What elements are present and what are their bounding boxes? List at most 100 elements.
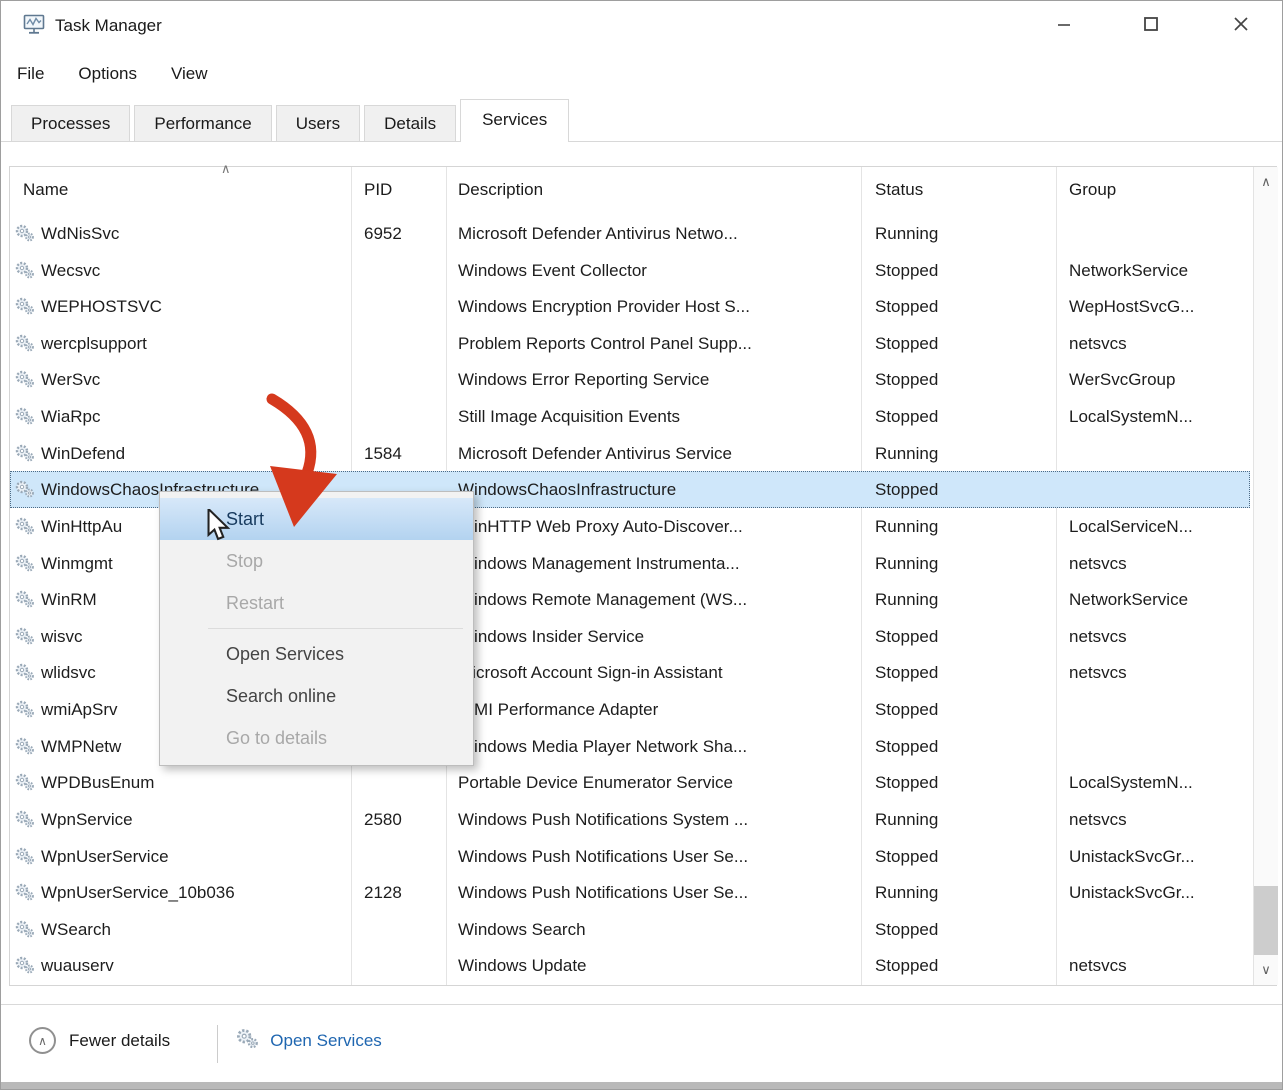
window-title: Task Manager: [55, 1, 162, 51]
service-status: Stopped: [875, 618, 938, 655]
service-row-wuauserv[interactable]: wuauservWindows UpdateStoppednetsvcs: [1, 947, 1283, 984]
service-description: WinHTTP Web Proxy Auto-Discover...: [458, 508, 743, 545]
service-gear-icon: [14, 662, 36, 687]
service-group: LocalSystemN...: [1069, 764, 1193, 801]
sort-ascending-icon: ∧: [221, 161, 231, 177]
service-gear-icon: [14, 443, 36, 468]
service-gear-icon: [14, 479, 36, 504]
service-name: WEPHOSTSVC: [41, 288, 162, 325]
service-status: Stopped: [875, 398, 938, 435]
open-services-link[interactable]: Open Services: [235, 1027, 382, 1055]
service-group: LocalSystemN...: [1069, 398, 1193, 435]
menubar-item-view[interactable]: View: [171, 64, 208, 84]
open-services-label: Open Services: [270, 1031, 382, 1051]
vertical-scrollbar[interactable]: ∧ ∨: [1253, 167, 1278, 985]
scroll-up-icon[interactable]: ∧: [1254, 167, 1278, 197]
service-description: Windows Push Notifications User Se...: [458, 838, 748, 875]
service-description: Microsoft Account Sign-in Assistant: [458, 654, 723, 691]
window-bottom-edge: [1, 1082, 1282, 1089]
footer-bar: ∧ Fewer details Open Services: [1, 1005, 1282, 1084]
service-row-WdNisSvc[interactable]: WdNisSvc6952Microsoft Defender Antivirus…: [1, 215, 1283, 252]
service-description: Portable Device Enumerator Service: [458, 764, 733, 801]
service-gear-icon: [14, 919, 36, 944]
service-status: Running: [875, 508, 938, 545]
maximize-button[interactable]: [1128, 7, 1174, 41]
column-header-name[interactable]: Name: [23, 169, 68, 211]
service-row-WpnService[interactable]: WpnService2580Windows Push Notifications…: [1, 801, 1283, 838]
service-status: Stopped: [875, 325, 938, 362]
service-group: NetworkService: [1069, 581, 1188, 618]
service-row-WerSvc[interactable]: WerSvcWindows Error Reporting ServiceSto…: [1, 361, 1283, 398]
service-name: Wecsvc: [41, 252, 100, 289]
service-description: Windows Management Instrumenta...: [458, 545, 740, 582]
menubar-item-file[interactable]: File: [17, 64, 44, 84]
service-gear-icon: [14, 626, 36, 651]
tab-performance[interactable]: Performance: [134, 105, 271, 142]
service-description: WMI Performance Adapter: [458, 691, 658, 728]
service-gear-icon: [14, 589, 36, 614]
service-row-WiaRpc[interactable]: WiaRpcStill Image Acquisition EventsStop…: [1, 398, 1283, 435]
service-description: Windows Insider Service: [458, 618, 644, 655]
service-status: Running: [875, 801, 938, 838]
service-status: Stopped: [875, 838, 938, 875]
footer-divider: [217, 1025, 218, 1063]
context-menu: StartStopRestart Open ServicesSearch onli…: [159, 491, 474, 766]
service-name: WinHttpAu: [41, 508, 122, 545]
fewer-details-button[interactable]: ∧ Fewer details: [29, 1027, 170, 1054]
service-name: WdNisSvc: [41, 215, 119, 252]
column-header-description[interactable]: Description: [458, 169, 543, 211]
service-name: WpnUserService_10b036: [41, 874, 235, 911]
service-description: Windows Search: [458, 911, 586, 948]
service-row-wercplsupport[interactable]: wercplsupportProblem Reports Control Pan…: [1, 325, 1283, 362]
tab-details[interactable]: Details: [364, 105, 456, 142]
scroll-down-icon[interactable]: ∨: [1254, 955, 1278, 985]
service-status: Stopped: [875, 654, 938, 691]
service-description: Windows Update: [458, 947, 587, 984]
service-row-WPDBusEnum[interactable]: WPDBusEnum Portable Device Enumerator Ser…: [1, 764, 1283, 801]
service-gear-icon: [14, 882, 36, 907]
service-row-WpnUserService[interactable]: WpnUserServiceWindows Push Notifications…: [1, 838, 1283, 875]
service-row-Wecsvc[interactable]: WecsvcWindows Event CollectorStoppedNetw…: [1, 252, 1283, 289]
scrollbar-thumb[interactable]: [1254, 886, 1278, 955]
services-gear-icon: [235, 1027, 260, 1055]
service-gear-icon: [14, 296, 36, 321]
service-description: Windows Push Notifications System ...: [458, 801, 748, 838]
service-status: Stopped: [875, 471, 938, 508]
service-row-WEPHOSTSVC[interactable]: WEPHOSTSVCWindows Encryption Provider Ho…: [1, 288, 1283, 325]
service-name: WerSvc: [41, 361, 100, 398]
menu-item-search-online[interactable]: Search online: [160, 675, 473, 717]
service-group: netsvcs: [1069, 618, 1127, 655]
service-status: Running: [875, 545, 938, 582]
column-header-group[interactable]: Group: [1069, 169, 1116, 211]
tab-services[interactable]: Services: [460, 99, 569, 142]
service-name: wlidsvc: [41, 654, 96, 691]
service-status: Stopped: [875, 691, 938, 728]
service-row-WinDefend[interactable]: WinDefend1584Microsoft Defender Antiviru…: [1, 435, 1283, 472]
service-group: netsvcs: [1069, 801, 1127, 838]
service-row-WpnUserService_10b036[interactable]: WpnUserService_10b0362128Windows Push No…: [1, 874, 1283, 911]
service-gear-icon: [14, 736, 36, 761]
service-group: NetworkService: [1069, 252, 1188, 289]
tab-processes[interactable]: Processes: [11, 105, 130, 142]
minimize-button[interactable]: [1041, 7, 1087, 41]
menu-item-go-to-details[interactable]: Go to details: [160, 717, 473, 759]
service-status: Stopped: [875, 764, 938, 801]
menu-item-open-services[interactable]: Open Services: [160, 633, 473, 675]
service-name: wisvc: [41, 618, 83, 655]
service-description: Windows Event Collector: [458, 252, 647, 289]
column-header-pid[interactable]: PID: [364, 169, 392, 211]
task-manager-icon: [21, 11, 47, 38]
menu-item-stop[interactable]: Stop: [160, 540, 473, 582]
service-description: Windows Remote Management (WS...: [458, 581, 747, 618]
close-button[interactable]: [1218, 7, 1264, 41]
service-description: Windows Error Reporting Service: [458, 361, 709, 398]
service-row-WSearch[interactable]: WSearchWindows SearchStopped: [1, 911, 1283, 948]
menu-item-restart[interactable]: Restart: [160, 582, 473, 624]
menubar-item-options[interactable]: Options: [78, 64, 137, 84]
service-pid: 2128: [364, 874, 402, 911]
column-header-status[interactable]: Status: [875, 169, 923, 211]
menu-item-start[interactable]: Start: [160, 498, 473, 540]
tab-users[interactable]: Users: [276, 105, 360, 142]
service-name: WPDBusEnum: [41, 764, 154, 801]
task-manager-window: Task Manager File Options View ProcessesPe…: [0, 0, 1283, 1090]
